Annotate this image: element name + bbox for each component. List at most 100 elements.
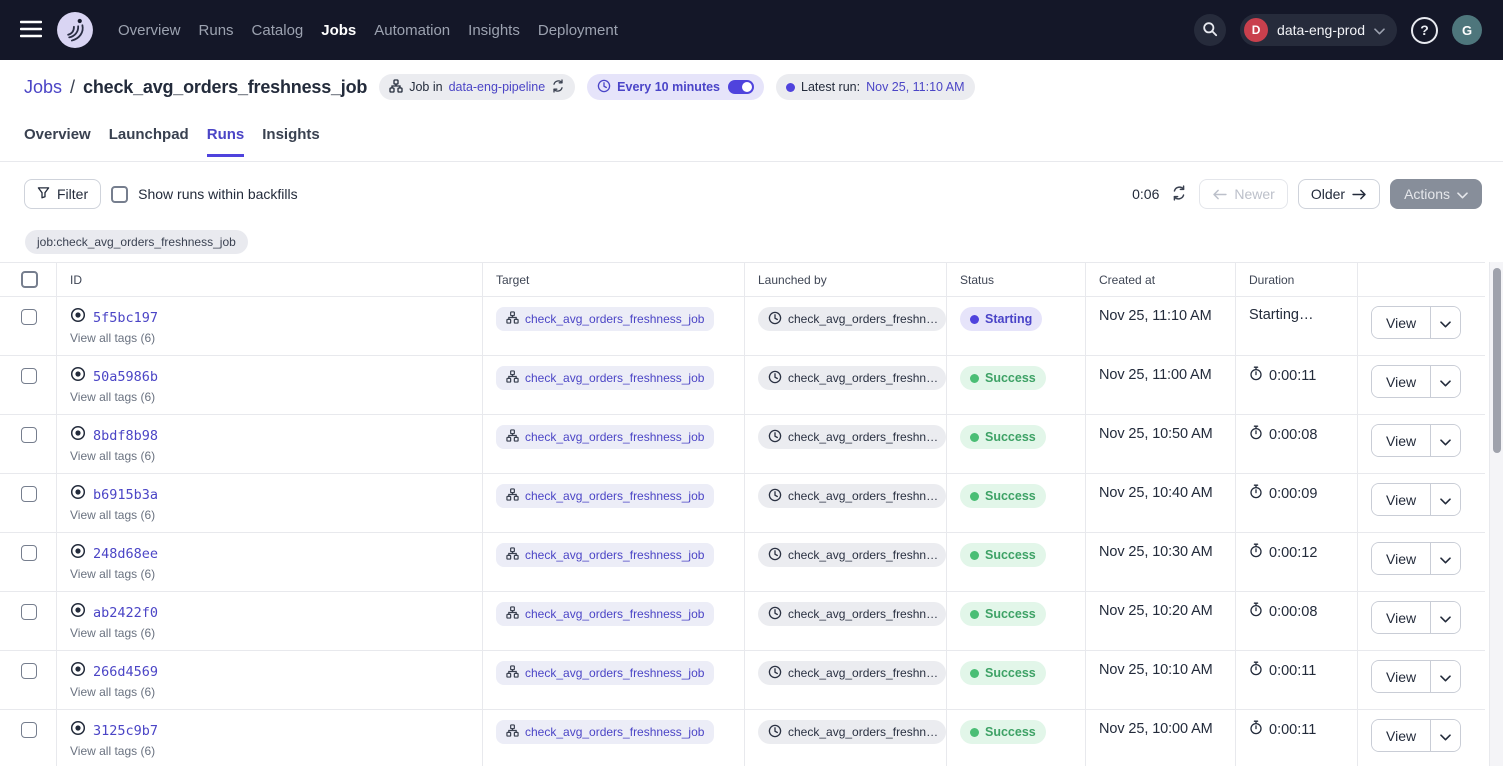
nav-item-runs[interactable]: Runs — [199, 22, 234, 39]
run-icon — [70, 307, 86, 328]
filter-button[interactable]: Filter — [24, 179, 101, 209]
swap-repo-icon[interactable] — [551, 79, 565, 96]
row-checkbox[interactable] — [21, 604, 37, 620]
run-id-link[interactable]: ab2422f0 — [93, 605, 158, 621]
pipeline-link[interactable]: data-eng-pipeline — [449, 80, 546, 94]
view-button[interactable]: View — [1372, 366, 1430, 397]
row-checkbox[interactable] — [21, 545, 37, 561]
table-row: 266d4569 View all tags (6) check_avg_ord… — [0, 651, 1485, 710]
nav-item-jobs[interactable]: Jobs — [321, 22, 356, 39]
view-dropdown-button[interactable] — [1430, 720, 1460, 751]
view-all-tags-link[interactable]: View all tags (6) — [70, 567, 155, 581]
view-all-tags-link[interactable]: View all tags (6) — [70, 449, 155, 463]
job-filter-tag[interactable]: job:check_avg_orders_freshness_job — [25, 230, 248, 254]
search-button[interactable] — [1194, 14, 1226, 46]
row-checkbox[interactable] — [21, 427, 37, 443]
launched-by-pill[interactable]: check_avg_orders_freshn… — [758, 425, 946, 449]
newer-button[interactable]: Newer — [1199, 179, 1287, 209]
target-pill[interactable]: check_avg_orders_freshness_job — [496, 366, 714, 390]
tab-launchpad[interactable]: Launchpad — [109, 126, 189, 156]
view-dropdown-button[interactable] — [1430, 602, 1460, 633]
launched-by-pill[interactable]: check_avg_orders_freshn… — [758, 602, 946, 626]
view-button[interactable]: View — [1372, 602, 1430, 633]
dagster-logo-icon[interactable] — [56, 11, 94, 49]
run-id-link[interactable]: 3125c9b7 — [93, 723, 158, 739]
older-button[interactable]: Older — [1298, 179, 1380, 209]
workspace-switcher[interactable]: D data-eng-prod — [1240, 14, 1397, 46]
clock-icon — [768, 724, 782, 741]
breadcrumb-jobs-link[interactable]: Jobs — [24, 77, 62, 98]
view-dropdown-button[interactable] — [1430, 543, 1460, 574]
view-button[interactable]: View — [1372, 425, 1430, 456]
view-button[interactable]: View — [1372, 720, 1430, 751]
view-dropdown-button[interactable] — [1430, 425, 1460, 456]
duration-label: 0:00:11 — [1269, 368, 1316, 384]
status-pill: Success — [960, 661, 1046, 685]
nav-item-catalog[interactable]: Catalog — [252, 22, 304, 39]
launched-by-pill[interactable]: check_avg_orders_freshn… — [758, 366, 946, 390]
vertical-scrollbar[interactable] — [1489, 262, 1503, 766]
nav-item-overview[interactable]: Overview — [118, 22, 181, 39]
nav-item-deployment[interactable]: Deployment — [538, 22, 618, 39]
nav-item-automation[interactable]: Automation — [374, 22, 450, 39]
view-button[interactable]: View — [1372, 307, 1430, 338]
view-button[interactable]: View — [1372, 484, 1430, 515]
status-dot — [970, 728, 979, 737]
view-dropdown-button[interactable] — [1430, 661, 1460, 692]
target-pill[interactable]: check_avg_orders_freshness_job — [496, 543, 714, 567]
nav-item-insights[interactable]: Insights — [468, 22, 520, 39]
run-id-link[interactable]: 5f5bc197 — [93, 310, 158, 326]
tab-overview[interactable]: Overview — [24, 126, 91, 156]
row-checkbox[interactable] — [21, 368, 37, 384]
target-pill[interactable]: check_avg_orders_freshness_job — [496, 307, 714, 331]
target-pill[interactable]: check_avg_orders_freshness_job — [496, 720, 714, 744]
view-all-tags-link[interactable]: View all tags (6) — [70, 508, 155, 522]
target-pill[interactable]: check_avg_orders_freshness_job — [496, 661, 714, 685]
tab-runs[interactable]: Runs — [207, 126, 245, 156]
row-checkbox[interactable] — [21, 486, 37, 502]
view-dropdown-button[interactable] — [1430, 484, 1460, 515]
user-avatar[interactable]: G — [1452, 15, 1482, 45]
target-pill-label: check_avg_orders_freshness_job — [525, 489, 704, 503]
launched-by-pill[interactable]: check_avg_orders_freshn… — [758, 661, 946, 685]
view-dropdown-button[interactable] — [1430, 307, 1460, 338]
row-checkbox[interactable] — [21, 722, 37, 738]
view-all-tags-link[interactable]: View all tags (6) — [70, 390, 155, 404]
tab-insights[interactable]: Insights — [262, 126, 320, 156]
actions-button[interactable]: Actions — [1390, 179, 1482, 209]
launched-by-pill[interactable]: check_avg_orders_freshn… — [758, 307, 946, 331]
view-all-tags-link[interactable]: View all tags (6) — [70, 685, 155, 699]
show-backfills-checkbox[interactable] — [111, 186, 128, 203]
view-all-tags-link[interactable]: View all tags (6) — [70, 626, 155, 640]
view-button[interactable]: View — [1372, 543, 1430, 574]
view-all-tags-link[interactable]: View all tags (6) — [70, 744, 155, 758]
target-pill[interactable]: check_avg_orders_freshness_job — [496, 602, 714, 626]
older-button-label: Older — [1311, 186, 1345, 202]
scrollbar-thumb[interactable] — [1493, 268, 1501, 453]
view-all-tags-link[interactable]: View all tags (6) — [70, 331, 155, 345]
table-row: 248d68ee View all tags (6) check_avg_ord… — [0, 533, 1485, 592]
run-id-link[interactable]: 248d68ee — [93, 546, 158, 562]
target-pill[interactable]: check_avg_orders_freshness_job — [496, 425, 714, 449]
row-checkbox[interactable] — [21, 663, 37, 679]
run-id-link[interactable]: b6915b3a — [93, 487, 158, 503]
help-button[interactable]: ? — [1411, 17, 1438, 44]
select-all-checkbox[interactable] — [21, 271, 38, 288]
launched-by-pill[interactable]: check_avg_orders_freshn… — [758, 720, 946, 744]
run-id-link[interactable]: 8bdf8b98 — [93, 428, 158, 444]
view-dropdown-button[interactable] — [1430, 366, 1460, 397]
status-label: Success — [985, 430, 1036, 444]
clock-icon — [768, 488, 782, 505]
run-id-link[interactable]: 266d4569 — [93, 664, 158, 680]
schedule-toggle[interactable] — [728, 80, 754, 94]
launched-by-pill[interactable]: check_avg_orders_freshn… — [758, 543, 946, 567]
launched-by-pill[interactable]: check_avg_orders_freshn… — [758, 484, 946, 508]
refresh-button[interactable] — [1169, 183, 1189, 206]
hamburger-menu-button[interactable] — [20, 20, 42, 41]
row-checkbox[interactable] — [21, 309, 37, 325]
target-pill[interactable]: check_avg_orders_freshness_job — [496, 484, 714, 508]
latest-run-link[interactable]: Nov 25, 11:10 AM — [866, 80, 964, 94]
run-id-link[interactable]: 50a5986b — [93, 369, 158, 385]
view-button[interactable]: View — [1372, 661, 1430, 692]
status-dot — [970, 433, 979, 442]
